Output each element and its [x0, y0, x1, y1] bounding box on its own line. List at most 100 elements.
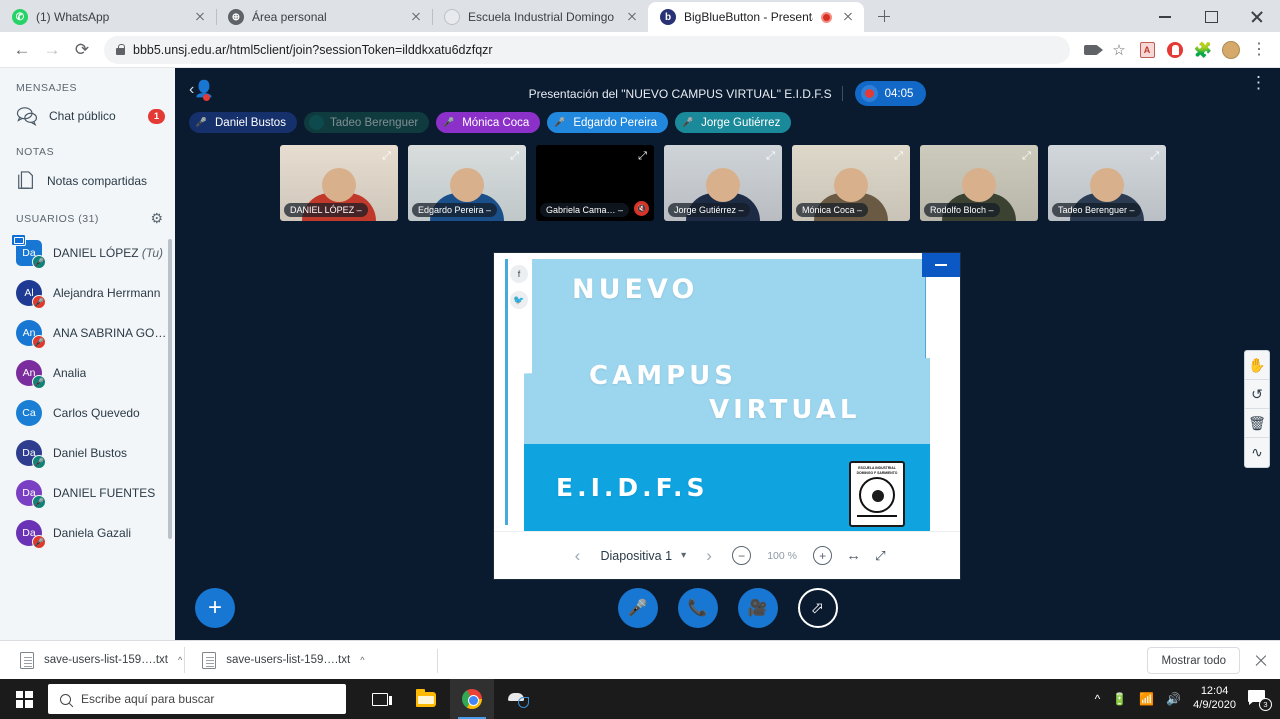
user-list[interactable]: Da 🎤 DANIEL LÓPEZ (Tu) Al 🎤 Alejandra Herrman…: [0, 233, 175, 568]
adblock-icon[interactable]: [1162, 37, 1188, 63]
browser-tab-0[interactable]: ✆ (1) WhatsApp: [0, 2, 216, 32]
list-item[interactable]: Da 🎤 DANIEL FUENTES: [0, 473, 175, 513]
forward-button[interactable]: →: [38, 36, 66, 64]
task-view-icon[interactable]: [358, 679, 402, 719]
snipping-tool-icon[interactable]: [496, 679, 540, 719]
talker-chip[interactable]: Tadeo Berenguer: [303, 112, 430, 133]
expand-icon[interactable]: ⤢: [635, 149, 650, 164]
search-input[interactable]: Escribe aquí para buscar: [48, 684, 346, 714]
browser-tab-2[interactable]: Escuela Industrial Domingo Faust: [432, 2, 648, 32]
profile-avatar[interactable]: [1218, 37, 1244, 63]
trash-icon[interactable]: 🗑: [1245, 409, 1269, 438]
talker-chip[interactable]: 🎤 Mónica Coca: [436, 112, 541, 133]
previous-slide-button[interactable]: ‹: [568, 546, 586, 566]
address-bar[interactable]: bbb5.unsj.edu.ar/html5client/join?sessio…: [104, 35, 1070, 64]
hand-pan-icon[interactable]: ✋: [1245, 351, 1269, 380]
wifi-icon[interactable]: 📶: [1139, 692, 1154, 706]
expand-icon[interactable]: ⤢: [763, 149, 778, 164]
next-slide-button[interactable]: ›: [700, 546, 718, 566]
window-minimize-button[interactable]: [1142, 0, 1188, 32]
window-close-button[interactable]: [1234, 0, 1280, 32]
slide-selector[interactable]: Diapositiva 1 ▾: [600, 549, 686, 563]
download-item[interactable]: save-users-list-159….txt ^: [10, 645, 192, 675]
list-item[interactable]: An 🎤 ANA SABRINA GON…: [0, 313, 175, 353]
close-downloads-icon[interactable]: [1252, 652, 1270, 670]
close-icon[interactable]: [624, 9, 640, 25]
volume-icon[interactable]: 🔊: [1166, 692, 1181, 706]
notifications-icon[interactable]: 3: [1248, 689, 1272, 711]
chrome-icon[interactable]: [450, 679, 494, 719]
video-camera-icon[interactable]: 🎥: [737, 588, 778, 628]
pdf-extension-icon[interactable]: A: [1134, 37, 1160, 63]
slide-canvas[interactable]: f 🐦 NUEVO CAMPUS VIRTUAL E.I.D.F.S ESCUE…: [494, 253, 960, 531]
clock-time: 12:04: [1200, 685, 1229, 698]
undo-icon[interactable]: ↺: [1245, 380, 1269, 409]
browser-tab-3[interactable]: b BigBlueButton - Presentació: [648, 2, 864, 32]
webcam-tile[interactable]: ⤢ Rodolfo Bloch –: [920, 145, 1038, 221]
close-icon[interactable]: [408, 9, 424, 25]
camera-icon[interactable]: [1078, 37, 1104, 63]
close-icon[interactable]: [192, 9, 208, 25]
shared-notes-item[interactable]: Notas compartidas: [0, 164, 175, 198]
browser-tab-1[interactable]: ⊕ Área personal: [216, 2, 432, 32]
file-explorer-icon[interactable]: [404, 679, 448, 719]
browser-toolbar: ← → ⟳ bbb5.unsj.edu.ar/html5client/join?…: [0, 32, 1280, 68]
webcam-tile[interactable]: ⤢ Gabriela Cama… – 🔇: [536, 145, 654, 221]
show-hidden-icons[interactable]: ^: [1095, 692, 1101, 706]
expand-icon[interactable]: ⤢: [507, 149, 522, 164]
screen-share-icon[interactable]: ⬀: [797, 588, 838, 628]
pencil-draw-icon[interactable]: ∿: [1245, 438, 1269, 467]
facebook-icon[interactable]: f: [510, 265, 528, 283]
talker-chip[interactable]: 🎤 Daniel Bustos: [189, 112, 297, 133]
phone-handset-icon[interactable]: 📞: [677, 588, 718, 628]
window-maximize-button[interactable]: [1188, 0, 1234, 32]
talker-chip[interactable]: 🎤 Edgardo Pereira: [547, 112, 669, 133]
chevron-up-icon[interactable]: ^: [360, 655, 364, 665]
webcam-tile[interactable]: ⤢ Jorge Gutiérrez –: [664, 145, 782, 221]
webcam-tile[interactable]: ⤢ Tadeo Berenguer –: [1048, 145, 1166, 221]
list-item[interactable]: Da 🎤 Daniel Bustos: [0, 433, 175, 473]
kebab-menu-icon[interactable]: ⋮: [1250, 74, 1267, 91]
list-item[interactable]: Ca Carlos Quevedo: [0, 393, 175, 433]
active-talkers-row: 🎤 Daniel Bustos Tadeo Berenguer 🎤 Mónica Coc…: [175, 110, 1280, 133]
tab-title: (1) WhatsApp: [36, 10, 110, 24]
new-tab-button[interactable]: [870, 2, 898, 30]
fit-to-width-icon[interactable]: ↔: [846, 547, 861, 564]
minimize-presentation-icon[interactable]: [922, 253, 960, 277]
download-item[interactable]: save-users-list-159….txt ^: [184, 645, 374, 675]
list-item[interactable]: Da 🎤 DANIEL LÓPEZ (Tu): [0, 233, 175, 273]
meeting-title-area: Presentación del "NUEVO CAMPUS VIRTUAL" …: [175, 81, 1280, 106]
chevron-up-icon[interactable]: ^: [178, 655, 182, 665]
show-all-downloads-button[interactable]: Mostrar todo: [1147, 647, 1240, 674]
reload-button[interactable]: ⟳: [68, 36, 96, 64]
list-item[interactable]: Da 🎤 Daniela Gazali: [0, 513, 175, 553]
list-item[interactable]: Al 🎤 Alejandra Herrmann: [0, 273, 175, 313]
clock[interactable]: 12:04 4/9/2020: [1193, 685, 1236, 713]
list-item[interactable]: An 🎤 Analia: [0, 353, 175, 393]
close-icon[interactable]: [840, 9, 856, 25]
webcam-tile[interactable]: ⤢ Edgardo Pereira –: [408, 145, 526, 221]
gear-icon[interactable]: ⚙: [150, 210, 163, 227]
expand-icon[interactable]: ⤢: [1019, 149, 1034, 164]
talker-chip[interactable]: 🎤 Jorge Gutiérrez: [675, 112, 792, 133]
expand-icon[interactable]: ⤢: [1147, 149, 1162, 164]
webcam-tile[interactable]: ⤢ DANIEL LÓPEZ –: [280, 145, 398, 221]
microphone-icon[interactable]: 🎤: [617, 588, 658, 628]
battery-icon[interactable]: 🔋: [1112, 692, 1127, 706]
bookmark-star-icon[interactable]: ☆: [1106, 37, 1132, 63]
zoom-in-button[interactable]: +: [813, 546, 833, 565]
zoom-out-button[interactable]: −: [732, 546, 752, 565]
public-chat-item[interactable]: Chat público 1: [0, 100, 175, 132]
user-list-scrollbar[interactable]: [168, 239, 172, 539]
expand-icon[interactable]: ⤢: [379, 149, 394, 164]
extensions-puzzle-icon[interactable]: 🧩: [1190, 37, 1216, 63]
fullscreen-icon[interactable]: ⤢: [875, 548, 885, 564]
webcam-tile[interactable]: ⤢ Mónica Coca –: [792, 145, 910, 221]
back-button[interactable]: ←: [8, 36, 36, 64]
expand-icon[interactable]: ⤢: [891, 149, 906, 164]
windows-start-icon[interactable]: [0, 679, 48, 719]
twitter-icon[interactable]: 🐦: [510, 291, 528, 309]
chrome-menu-icon[interactable]: ⋮: [1246, 37, 1272, 63]
public-chat-label: Chat público: [49, 109, 116, 123]
recording-indicator[interactable]: 04:05: [854, 81, 927, 106]
